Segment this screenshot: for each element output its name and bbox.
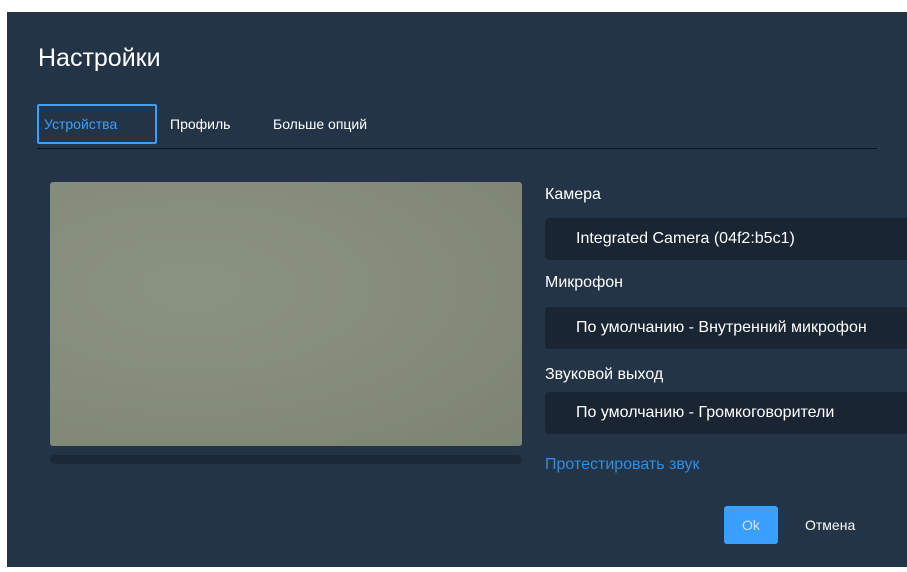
ok-button[interactable]: Ok bbox=[724, 506, 778, 544]
cancel-button[interactable]: Отмена bbox=[787, 506, 887, 544]
tab-more-options[interactable]: Больше опций bbox=[267, 104, 373, 144]
camera-select[interactable]: Integrated Camera (04f2:b5c1) bbox=[545, 218, 907, 260]
microphone-label: Микрофон bbox=[545, 274, 623, 291]
test-audio-link[interactable]: Протестировать звук bbox=[545, 456, 700, 474]
microphone-select[interactable]: По умолчанию - Внутренний микрофон bbox=[545, 307, 907, 349]
mic-level-meter bbox=[50, 455, 522, 464]
camera-select-value: Integrated Camera (04f2:b5c1) bbox=[576, 230, 795, 247]
microphone-select-value: По умолчанию - Внутренний микрофон bbox=[576, 319, 867, 336]
audio-output-select[interactable]: По умолчанию - Громкоговорители bbox=[545, 392, 907, 434]
tab-devices[interactable]: Устройства bbox=[37, 104, 157, 144]
settings-dialog: Настройки Устройства Профиль Больше опци… bbox=[7, 12, 907, 567]
audio-output-label: Звуковой выход bbox=[545, 366, 664, 383]
tab-profile[interactable]: Профиль bbox=[164, 104, 236, 144]
audio-output-select-value: По умолчанию - Громкоговорители bbox=[576, 404, 835, 421]
camera-label: Камера bbox=[545, 186, 601, 203]
dialog-title: Настройки bbox=[38, 44, 161, 72]
tab-bar: Устройства Профиль Больше опций bbox=[37, 104, 877, 149]
camera-preview bbox=[50, 182, 522, 446]
